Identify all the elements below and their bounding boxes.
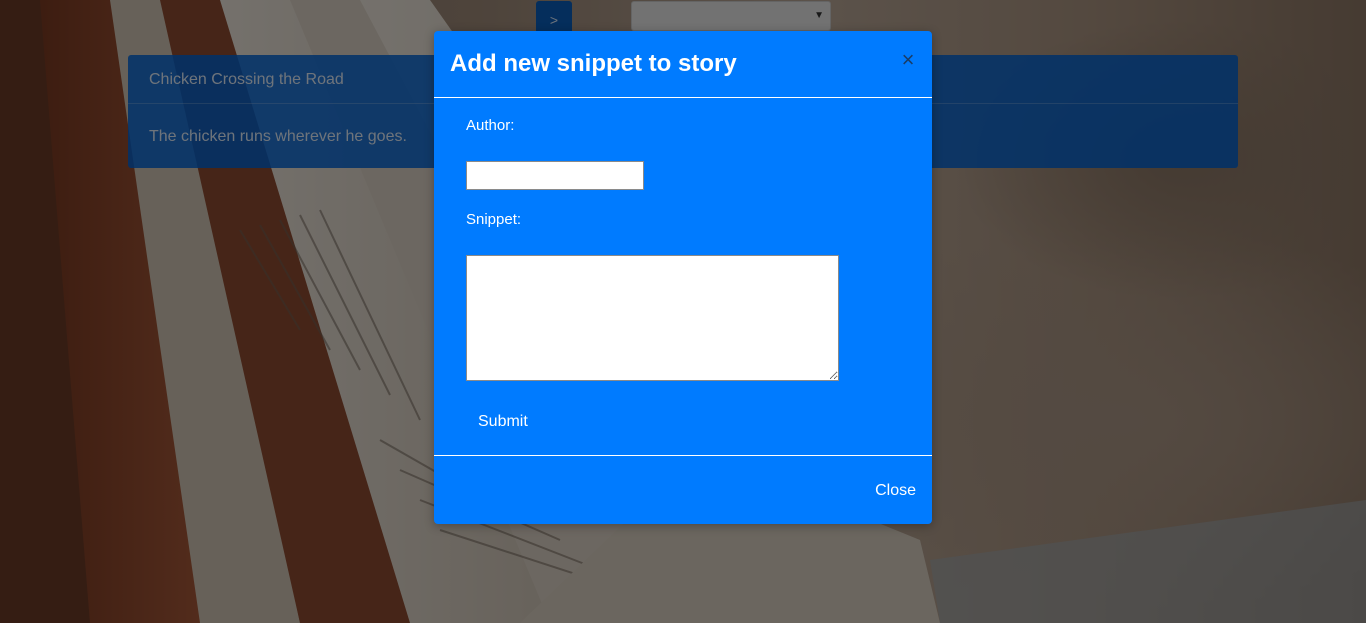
modal-title: Add new snippet to story bbox=[450, 50, 737, 77]
author-field[interactable] bbox=[466, 161, 644, 190]
close-button[interactable]: Close bbox=[875, 478, 916, 504]
submit-button[interactable]: Submit bbox=[466, 408, 540, 436]
snippet-label: Snippet: bbox=[466, 211, 522, 228]
page: > ▼ Chicken Crossing the Road The chicke… bbox=[0, 0, 1366, 623]
add-snippet-modal: Add new snippet to story × Author: Snipp… bbox=[434, 31, 932, 524]
modal-footer: Close bbox=[434, 455, 932, 525]
snippet-textarea[interactable] bbox=[466, 255, 839, 381]
modal-header: Add new snippet to story × bbox=[434, 31, 932, 98]
close-icon[interactable]: × bbox=[898, 48, 918, 72]
author-label: Author: bbox=[466, 117, 515, 134]
